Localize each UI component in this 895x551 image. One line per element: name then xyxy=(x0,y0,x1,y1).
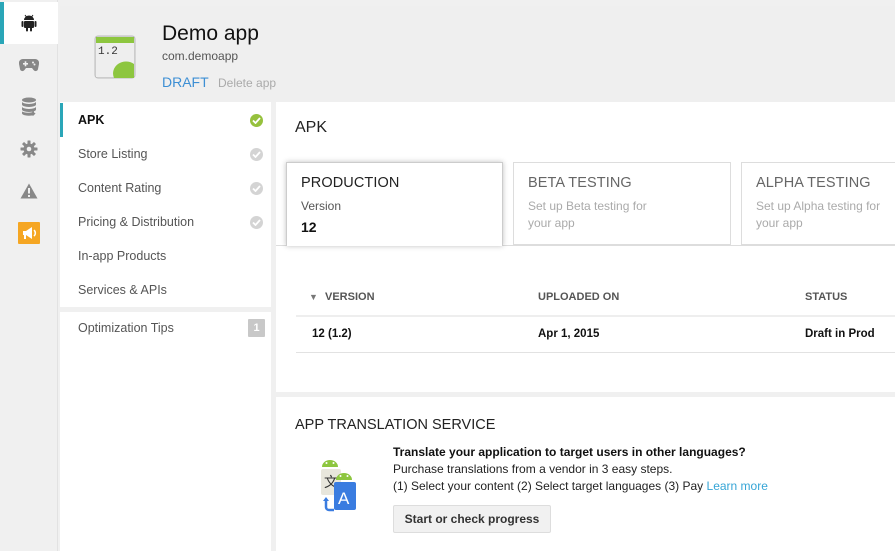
nav-item-optimization-tips[interactable]: Optimization Tips 1 xyxy=(60,311,271,345)
tab-title: ALPHA TESTING xyxy=(756,175,871,191)
check-pending-icon xyxy=(250,148,263,161)
table-row[interactable]: 12 (1.2) Apr 1, 2015 Draft in Prod xyxy=(296,317,895,353)
check-pending-icon xyxy=(250,216,263,229)
megaphone-icon xyxy=(18,222,40,244)
app-package-name: com.demoapp xyxy=(162,49,239,63)
nav-item-store-listing[interactable]: Store Listing xyxy=(60,137,271,171)
nav-item-label: Services & APIs xyxy=(78,283,167,297)
apk-panel: APK PRODUCTION Version 12 BETA TESTING S… xyxy=(276,102,895,392)
nav-item-label: Store Listing xyxy=(78,147,148,161)
nav-item-apk[interactable]: APK xyxy=(60,103,271,137)
cell-version: 12 (1.2) xyxy=(312,328,352,340)
rail-item-games[interactable] xyxy=(0,44,58,86)
learn-more-link[interactable]: Learn more xyxy=(707,479,768,493)
tab-subtitle: Version xyxy=(301,199,342,213)
column-header-status[interactable]: STATUS xyxy=(805,291,847,303)
app-icon: 1.2 xyxy=(94,35,136,79)
translate-icon: 文 A xyxy=(321,460,356,512)
svg-text:1.2: 1.2 xyxy=(98,46,118,58)
app-section-nav: APK Store Listing Content Rating Pricing… xyxy=(60,102,271,551)
delete-app-link[interactable]: Delete app xyxy=(218,76,276,90)
section-title: APP TRANSLATION SERVICE xyxy=(295,417,496,433)
nav-item-label: Pricing & Distribution xyxy=(78,215,195,229)
database-icon xyxy=(22,97,36,117)
app-status-draft: DRAFT xyxy=(162,74,209,90)
nav-item-label: Optimization Tips xyxy=(78,321,174,335)
nav-item-services-apis[interactable]: Services & APIs xyxy=(60,273,271,307)
tab-production[interactable]: PRODUCTION Version 12 xyxy=(286,162,503,246)
production-version: 12 xyxy=(301,219,317,235)
tab-title: BETA TESTING xyxy=(528,175,632,191)
nav-item-pricing-distribution[interactable]: Pricing & Distribution xyxy=(60,205,271,239)
tab-beta-testing[interactable]: BETA TESTING Set up Beta testing for you… xyxy=(513,162,731,245)
nav-item-in-app-products[interactable]: In-app Products xyxy=(60,239,271,273)
android-icon xyxy=(21,14,37,32)
app-header: 1.2 Demo app com.demoapp DRAFT Delete ap… xyxy=(60,6,895,102)
check-done-icon xyxy=(250,114,263,127)
nav-item-label: Content Rating xyxy=(78,181,162,195)
column-header-uploaded-on[interactable]: UPLOADED ON xyxy=(538,291,619,303)
rail-item-android[interactable] xyxy=(0,2,58,44)
warning-icon xyxy=(20,183,38,199)
app-title: Demo app xyxy=(162,22,259,45)
check-pending-icon xyxy=(250,182,263,195)
tips-count-badge: 1 xyxy=(248,319,265,337)
sort-desc-icon[interactable]: ▼ xyxy=(309,292,318,302)
translation-question: Translate your application to target use… xyxy=(393,445,746,459)
rail-item-alerts[interactable] xyxy=(0,170,58,212)
svg-text:A: A xyxy=(338,489,350,508)
nav-item-label: In-app Products xyxy=(78,249,167,263)
rail-item-settings[interactable] xyxy=(0,128,58,170)
translation-description: Purchase translations from a vendor in 3… xyxy=(393,462,673,476)
translation-steps: (1) Select your content (2) Select targe… xyxy=(393,479,768,493)
table-header: ▼ VERSION UPLOADED ON STATUS xyxy=(296,280,895,317)
cell-status: Draft in Prod xyxy=(805,328,875,340)
translation-steps-text: (1) Select your content (2) Select targe… xyxy=(393,479,704,493)
tab-subtitle: Set up Alpha testing for your app xyxy=(756,199,881,230)
column-header-version[interactable]: VERSION xyxy=(325,291,375,303)
translation-service-panel: APP TRANSLATION SERVICE 文 A Translate yo… xyxy=(276,397,895,551)
tab-subtitle: Set up Beta testing for your app xyxy=(528,199,647,230)
tab-title: PRODUCTION xyxy=(301,175,400,191)
rail-item-promotions[interactable] xyxy=(0,212,58,254)
cell-uploaded-on: Apr 1, 2015 xyxy=(538,328,600,340)
nav-item-content-rating[interactable]: Content Rating xyxy=(60,171,271,205)
gear-icon xyxy=(20,140,38,158)
start-or-check-progress-button[interactable]: Start or check progress xyxy=(393,505,551,533)
page-title: APK xyxy=(295,119,328,136)
tab-alpha-testing[interactable]: ALPHA TESTING Set up Alpha testing for y… xyxy=(741,162,895,245)
nav-item-label: APK xyxy=(78,113,105,127)
rail-item-game-services[interactable] xyxy=(0,86,58,128)
icon-rail xyxy=(0,0,58,551)
gamepad-icon xyxy=(19,58,39,72)
